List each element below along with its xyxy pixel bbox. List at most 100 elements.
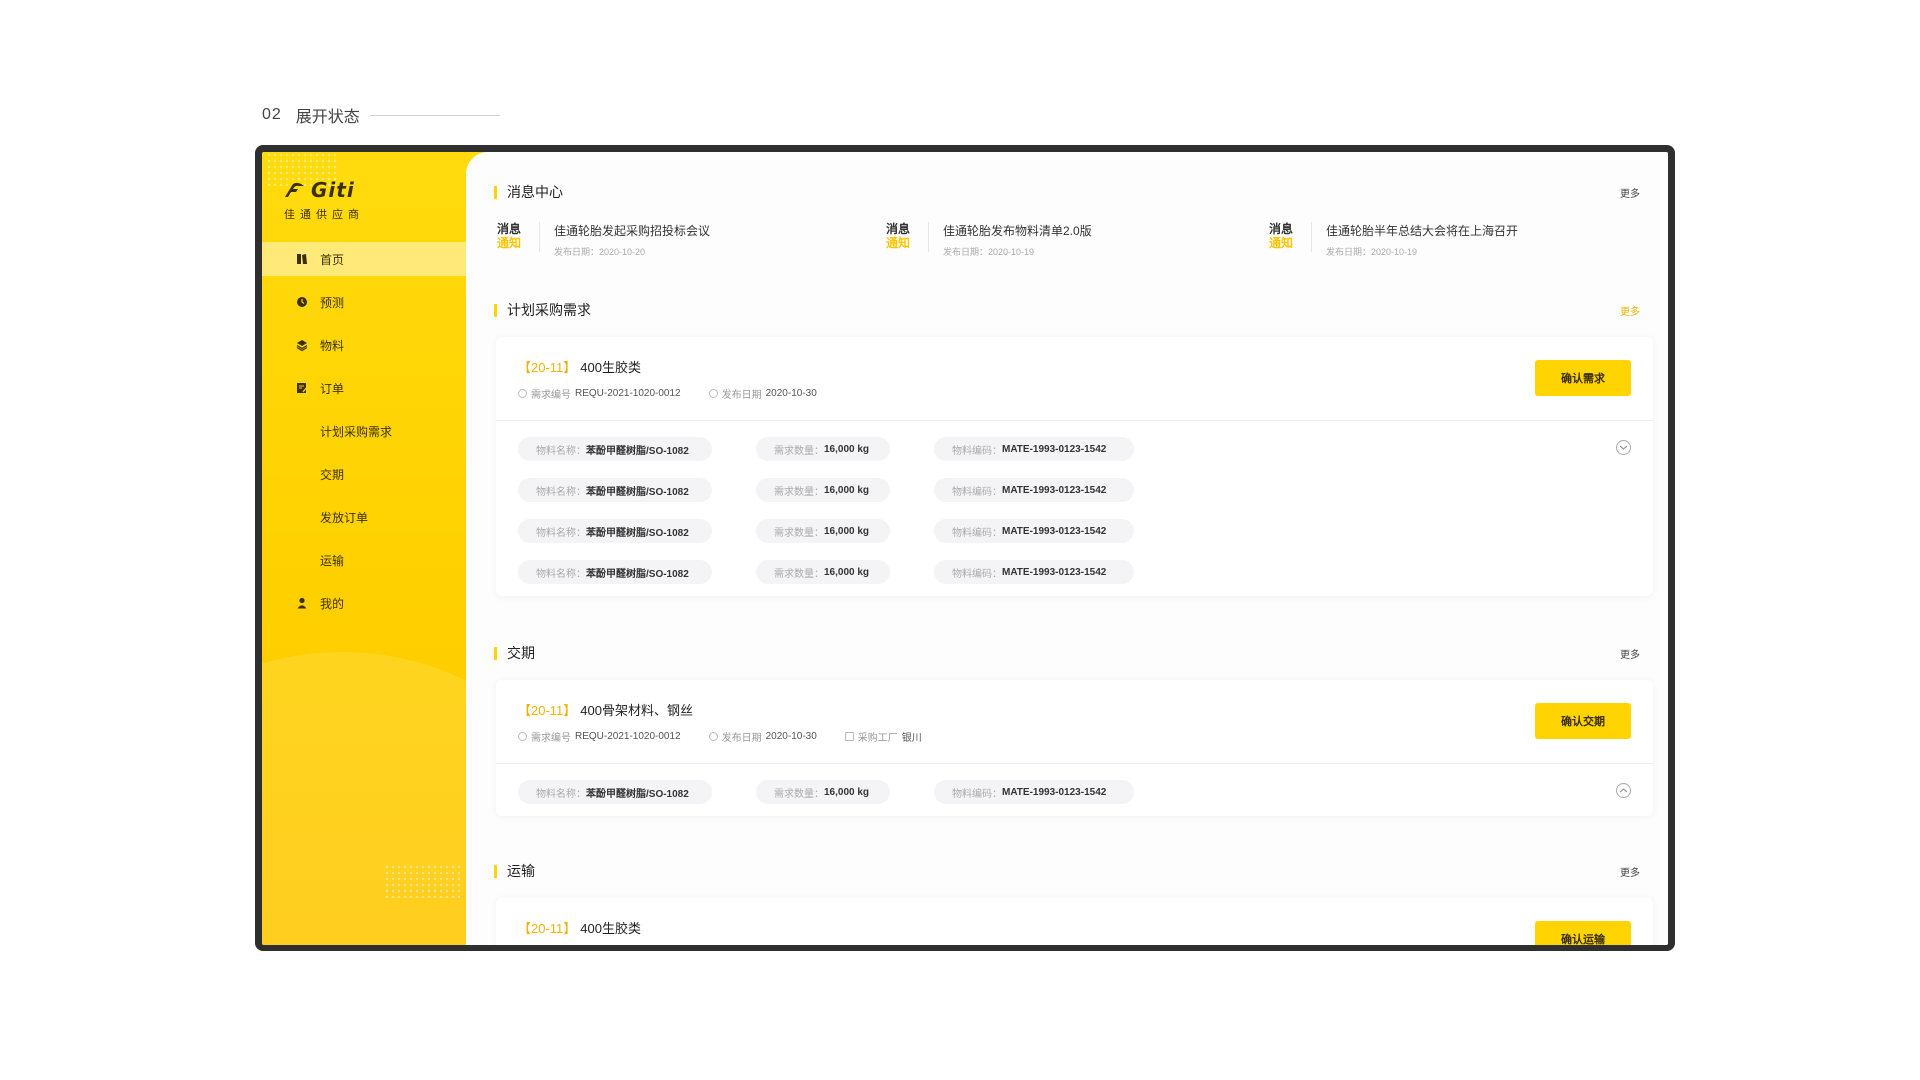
- meta-factory: 采购工厂 银川: [844, 729, 922, 744]
- clock-icon: [708, 732, 718, 741]
- message-date: 发布日期：2020-10-19: [943, 247, 1035, 257]
- notice-badge-icon: 消息 通知: [1268, 222, 1293, 250]
- sidebar-item-label: 物料: [320, 338, 345, 353]
- more-link[interactable]: 更多: [1620, 646, 1640, 661]
- material-row: 物料名称： 苯酚甲醛树脂/SO-1082 需求数量： 16,000 kg 物料编码：…: [518, 560, 1631, 584]
- quantity-pill: 需求数量： 16,000 kg: [756, 437, 890, 461]
- card-meta: 需求编号 REQU-2021-1020-0012 发布日期 2020-10-30: [518, 386, 1631, 401]
- message-item[interactable]: 消息 通知 佳通轮胎发起采购招投标会议 发布日期：2020-10-20: [495, 222, 710, 258]
- message-item[interactable]: 消息 通知 佳通轮胎半年总结大会将在上海召开 发布日期：2020-10-19: [1267, 222, 1518, 258]
- logo-subtitle: 佳通供应商: [284, 209, 364, 221]
- quantity-pill: 需求数量： 16,000 kg: [756, 780, 890, 804]
- logo[interactable]: Giti 佳通供应商: [284, 178, 364, 222]
- message-title: 佳通轮胎发布物料清单2.0版: [943, 224, 1092, 238]
- more-link[interactable]: 更多: [1620, 864, 1640, 879]
- confirm-transport-button[interactable]: 确认运输: [1535, 921, 1631, 945]
- card-name: 400生胶类: [580, 921, 641, 936]
- section-header-plan: 计划采购需求 更多: [494, 300, 1640, 320]
- material-code-pill: 物料编码： MATE-1993-0123-1542: [934, 478, 1134, 502]
- material-row: 物料名称： 苯酚甲醛树脂/SO-1082 需求数量： 16,000 kg 物料编码：…: [518, 437, 1631, 461]
- caption-number: 02: [262, 106, 282, 123]
- sidebar-decor-dots: [384, 864, 460, 898]
- logo-brand: Giti: [284, 178, 364, 202]
- sidebar-subitem-plan[interactable]: 计划采购需求: [262, 414, 492, 448]
- message-divider: [1311, 222, 1312, 252]
- material-name-pill: 物料名称： 苯酚甲醛树脂/SO-1082: [518, 478, 712, 502]
- clock-icon: [708, 389, 718, 398]
- material-row: 物料名称： 苯酚甲醛树脂/SO-1082 需求数量： 16,000 kg 物料编码：…: [518, 780, 1631, 804]
- section-title: 交期: [507, 645, 535, 661]
- card-title: 【20-11】 400骨架材料、钢丝: [518, 700, 1631, 719]
- more-link[interactable]: 更多: [1620, 303, 1640, 318]
- material-name-pill: 物料名称： 苯酚甲醛树脂/SO-1082: [518, 519, 712, 543]
- sidebar-item-home[interactable]: 首页: [262, 242, 492, 276]
- info-icon: [518, 732, 527, 741]
- page-caption: 02 展开状态: [262, 103, 500, 127]
- section-accent-bar: [494, 864, 497, 878]
- confirm-demand-button[interactable]: 确认需求: [1535, 360, 1631, 396]
- collapse-toggle[interactable]: [1616, 783, 1631, 798]
- sidebar-nav: 首页 预测 物料 订单 计划采购需求 交期 发放订单 运输 我的: [262, 242, 492, 629]
- sidebar-subitem-transport[interactable]: 运输: [262, 543, 492, 577]
- card-name: 400骨架材料、钢丝: [580, 703, 693, 718]
- more-link[interactable]: 更多: [1620, 185, 1640, 200]
- quantity-pill: 需求数量： 16,000 kg: [756, 560, 890, 584]
- sidebar-decor-wave: [262, 652, 492, 945]
- sidebar-item-label: 首页: [320, 252, 345, 267]
- section-title: 消息中心: [507, 184, 563, 200]
- logo-text: Giti: [311, 178, 355, 202]
- user-icon: [296, 597, 308, 609]
- layers-icon: [296, 339, 308, 352]
- card-header: 【20-11】 400骨架材料、钢丝 需求编号 REQU-2021-1020-001…: [496, 680, 1653, 764]
- material-rows: 物料名称： 苯酚甲醛树脂/SO-1082 需求数量： 16,000 kg 物料编码：…: [496, 764, 1653, 816]
- confirm-delivery-button[interactable]: 确认交期: [1535, 703, 1631, 739]
- info-icon: [518, 389, 527, 398]
- message-divider: [928, 222, 929, 252]
- material-name-pill: 物料名称： 苯酚甲醛树脂/SO-1082: [518, 437, 712, 461]
- material-name-pill: 物料名称： 苯酚甲醛树脂/SO-1082: [518, 560, 712, 584]
- message-date: 发布日期：2020-10-19: [1326, 247, 1418, 257]
- app-screen: Giti 佳通供应商 首页 预测 物料 订单 计划采购需求 交期 发放订单 运输…: [262, 152, 1668, 945]
- message-item[interactable]: 消息 通知 佳通轮胎发布物料清单2.0版 发布日期：2020-10-19: [884, 222, 1092, 258]
- card-meta: 需求编号 REQU-2021-1020-0012 发布日期 2020-10-30 采…: [518, 729, 1631, 744]
- card-title: 【20-11】 400生胶类: [518, 357, 1631, 376]
- sidebar-subitem-release[interactable]: 发放订单: [262, 500, 492, 534]
- meta-req-no: 需求编号 REQU-2021-1020-0012: [518, 386, 681, 401]
- material-code-pill: 物料编码： MATE-1993-0123-1542: [934, 780, 1134, 804]
- meta-pub-date: 发布日期 2020-10-30: [708, 386, 817, 401]
- sidebar-subitem-delivery[interactable]: 交期: [262, 457, 492, 491]
- card-title: 【20-11】 400生胶类: [518, 918, 1631, 937]
- collapse-toggle[interactable]: [1616, 440, 1631, 455]
- message-title: 佳通轮胎半年总结大会将在上海召开: [1326, 224, 1519, 238]
- section-title: 计划采购需求: [507, 302, 591, 318]
- notice-badge-icon: 消息 通知: [496, 222, 521, 250]
- material-rows: 物料名称： 苯酚甲醛树脂/SO-1082 需求数量： 16,000 kg 物料编码：…: [496, 421, 1653, 596]
- clock-icon: [296, 296, 308, 308]
- sidebar: Giti 佳通供应商 首页 预测 物料 订单 计划采购需求 交期 发放订单 运输…: [262, 152, 492, 945]
- message-divider: [539, 222, 540, 252]
- section-accent-bar: [494, 303, 497, 317]
- sidebar-item-forecast[interactable]: 预测: [262, 285, 492, 319]
- sidebar-item-order[interactable]: 订单: [262, 371, 492, 405]
- chevron-up-icon: [1619, 788, 1628, 793]
- chevron-down-icon: [1619, 445, 1628, 450]
- edit-doc-icon: [296, 382, 308, 394]
- card-header: 【20-11】 400生胶类 需求编号 REQU-2021-1020-0012 发布…: [496, 337, 1653, 421]
- section-header-delivery: 交期 更多: [494, 643, 1640, 663]
- device-frame: Giti 佳通供应商 首页 预测 物料 订单 计划采购需求 交期 发放订单 运输…: [255, 145, 1675, 951]
- material-row: 物料名称： 苯酚甲醛树脂/SO-1082 需求数量： 16,000 kg 物料编码：…: [518, 519, 1631, 543]
- material-code-pill: 物料编码： MATE-1993-0123-1542: [934, 519, 1134, 543]
- meta-pub-date: 发布日期 2020-10-30: [708, 729, 817, 744]
- material-code-pill: 物料编码： MATE-1993-0123-1542: [934, 437, 1134, 461]
- plan-card: 【20-11】 400生胶类 需求编号 REQU-2021-1020-0012 发布…: [496, 337, 1653, 596]
- material-code-pill: 物料编码： MATE-1993-0123-1542: [934, 560, 1134, 584]
- sidebar-item-material[interactable]: 物料: [262, 328, 492, 362]
- card-code: 【20-11】: [518, 360, 577, 375]
- notice-badge-icon: 消息 通知: [885, 222, 910, 250]
- sidebar-item-mine[interactable]: 我的: [262, 586, 492, 620]
- sidebar-item-label: 我的: [320, 596, 345, 611]
- book-icon: [296, 253, 308, 265]
- section-accent-bar: [494, 646, 497, 660]
- sidebar-item-label: 订单: [320, 381, 345, 396]
- material-name-pill: 物料名称： 苯酚甲醛树脂/SO-1082: [518, 780, 712, 804]
